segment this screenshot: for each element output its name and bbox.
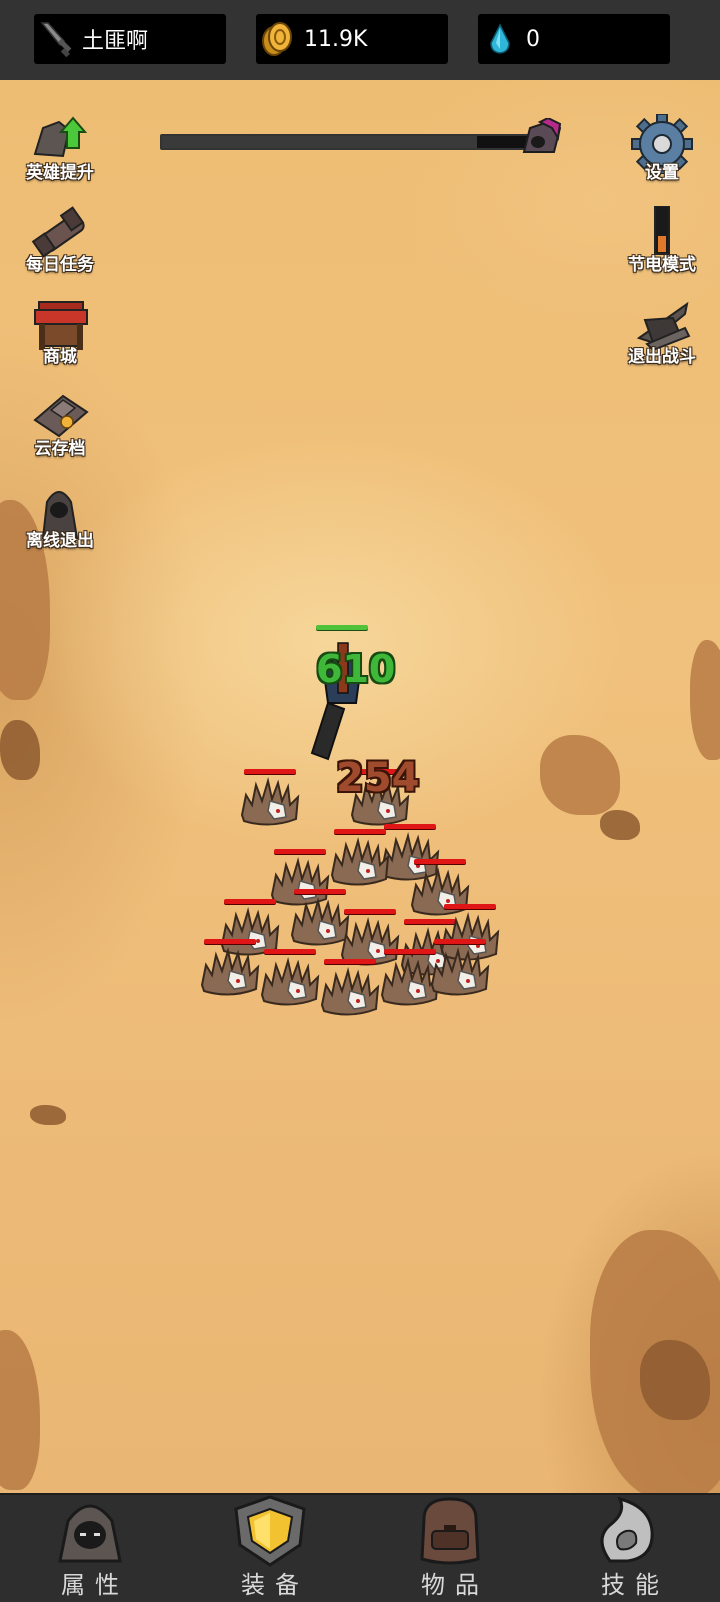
power-save-label: 节电模式 — [628, 255, 696, 274]
exit-battle-button[interactable]: 退出战斗 — [614, 298, 710, 382]
player-name: 土匪啊 — [82, 29, 149, 54]
spiky-enemy — [240, 775, 300, 827]
hero-upgrade-button[interactable]: 英雄提升 — [12, 114, 108, 198]
daily-quest-label: 每日任务 — [26, 255, 94, 274]
shop-label: 商城 — [43, 347, 77, 366]
hooded-hero-icon — [50, 1495, 130, 1569]
enemy-hp-bar — [224, 899, 276, 904]
cliff-rock — [690, 640, 720, 760]
shrub — [30, 1105, 66, 1125]
battle-scene: 610 254 — [180, 625, 500, 1055]
tab-equipment-label: 装备 — [241, 1571, 309, 1599]
daily-quest-button[interactable]: 每日任务 — [12, 206, 108, 290]
enemy-hp-bar — [434, 939, 486, 944]
gold-amount: 11.9K — [304, 26, 368, 52]
enemy-hp-bar — [384, 949, 436, 954]
tab-attributes[interactable]: 属性 — [0, 1495, 180, 1602]
shield-icon — [230, 1495, 310, 1569]
enemy-hp-bar — [324, 959, 376, 964]
skill-swirl-icon — [590, 1495, 670, 1569]
tab-skills[interactable]: 技能 — [540, 1495, 720, 1602]
cloud-save-button[interactable]: 云存档 — [12, 390, 108, 474]
boss-marker-icon — [518, 116, 564, 160]
cliff-rock — [0, 1330, 40, 1490]
tab-attributes-label: 属性 — [61, 1571, 129, 1599]
enemy-hp-bar — [414, 859, 466, 864]
enemy-hp-bar — [444, 904, 496, 909]
power-save-button[interactable]: 节电模式 — [614, 205, 710, 290]
boulder — [0, 720, 40, 780]
hero-heal-number: 610 — [316, 647, 396, 691]
tab-items-label: 物品 — [421, 1571, 489, 1599]
hero-upgrade-label: 英雄提升 — [26, 163, 94, 182]
enemy-hp-bar — [244, 769, 296, 774]
gem-panel[interactable]: 0 — [478, 14, 670, 64]
gem-amount: 0 — [526, 26, 540, 52]
spiky-enemy — [330, 835, 390, 887]
enemy-hp-bar — [204, 939, 256, 944]
enemy-hp-bar — [264, 949, 316, 954]
tab-equipment[interactable]: 装备 — [180, 1495, 360, 1602]
spiky-enemy — [430, 945, 490, 997]
cloud-save-label: 云存档 — [34, 439, 86, 458]
resource-bar: 土匪啊 11.9K 0 — [0, 0, 720, 80]
boulder — [600, 810, 640, 840]
offline-exit-label: 离线退出 — [26, 531, 94, 550]
blue-gem-icon — [480, 19, 520, 59]
hero-hp-bar — [316, 625, 368, 630]
damage-number: 254 — [336, 755, 420, 801]
offline-exit-button[interactable]: 离线退出 — [12, 482, 108, 566]
shop-button[interactable]: 商城 — [12, 298, 108, 382]
spiky-enemy — [200, 945, 260, 997]
enemy-hp-bar — [384, 824, 436, 829]
wave-progress-fill — [162, 136, 477, 148]
spiky-enemy — [260, 955, 320, 1007]
player-name-panel[interactable]: 土匪啊 — [34, 14, 226, 64]
backpack-icon — [410, 1495, 490, 1569]
settings-label: 设置 — [645, 163, 679, 182]
exit-battle-label: 退出战斗 — [628, 347, 696, 366]
enemy-hp-bar — [294, 889, 346, 894]
enemy-hp-bar — [344, 909, 396, 914]
rock-pillar — [540, 735, 620, 815]
sword-icon — [36, 19, 76, 59]
tab-items[interactable]: 物品 — [360, 1495, 540, 1602]
bottom-navigation: 属性 装备 物品 技能 — [0, 1493, 720, 1602]
wave-progress-bar — [160, 134, 534, 150]
gold-coin-icon — [258, 19, 298, 59]
enemy-hp-bar — [274, 849, 326, 854]
tab-skills-label: 技能 — [601, 1571, 669, 1599]
gold-panel[interactable]: 11.9K — [256, 14, 448, 64]
settings-button[interactable]: 设置 — [614, 113, 710, 198]
enemy-hp-bar — [334, 829, 386, 834]
battle-field: 英雄提升 每日任务 商城 云存档 离线退出 设置 节电模式 退出战斗 610 2… — [0, 80, 720, 1493]
spiky-enemy — [320, 965, 380, 1017]
